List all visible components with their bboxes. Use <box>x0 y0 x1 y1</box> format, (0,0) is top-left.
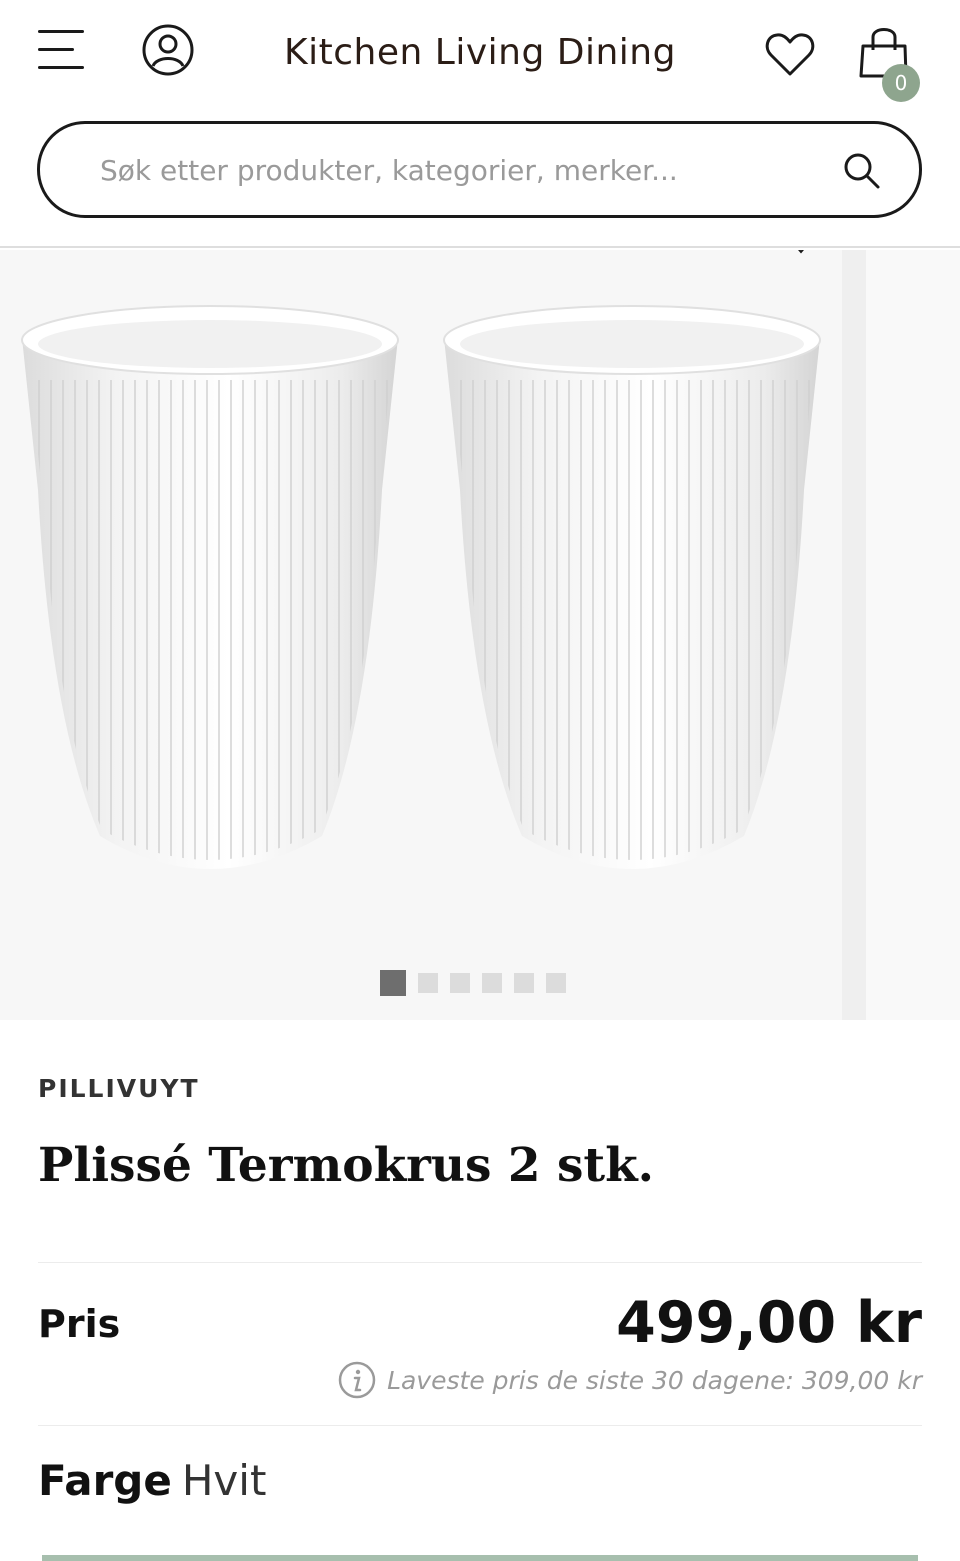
gallery-dot-4[interactable] <box>482 973 502 993</box>
product-price: 499,00 kr <box>616 1290 922 1356</box>
price-label: Pris <box>38 1302 121 1346</box>
gallery-dot-2[interactable] <box>418 973 438 993</box>
search-bar <box>37 121 922 218</box>
divider <box>38 1425 922 1426</box>
gallery-dot-3[interactable] <box>450 973 470 993</box>
lowest-price-note: Laveste pris de siste 30 dagene: 309,00 … <box>337 1360 922 1400</box>
search-icon[interactable] <box>841 150 881 190</box>
product-image <box>21 305 821 869</box>
product-image-gallery[interactable] <box>0 250 960 1020</box>
color-value: Hvit <box>181 1456 267 1505</box>
info-icon[interactable] <box>337 1360 377 1400</box>
divider <box>38 1262 922 1263</box>
gallery-dot-1[interactable] <box>380 970 406 996</box>
product-title: Plissé Termokrus 2 stk. <box>38 1138 655 1193</box>
color-label: Farge <box>38 1456 172 1505</box>
shopping-bag-icon[interactable]: 0 <box>856 22 922 102</box>
gallery-dot-5[interactable] <box>514 973 534 993</box>
chevron-down-icon <box>798 250 804 254</box>
product-brand[interactable]: PILLIVUYT <box>38 1074 200 1103</box>
gallery-dot-6[interactable] <box>546 973 566 993</box>
color-selector[interactable]: Farge Hvit <box>38 1456 266 1505</box>
search-input[interactable] <box>100 146 820 194</box>
next-image-peek[interactable] <box>842 250 866 1020</box>
site-logo[interactable]: Kitchen Living Dining <box>0 32 960 73</box>
gallery-pagination <box>380 970 566 996</box>
color-option-bar[interactable] <box>42 1555 918 1561</box>
cart-count-badge: 0 <box>882 64 920 102</box>
site-header: Kitchen Living Dining 0 <box>0 0 960 248</box>
heart-icon[interactable] <box>764 28 816 80</box>
lowest-price-text: Laveste pris de siste 30 dagene: 309,00 … <box>387 1365 922 1395</box>
gallery-edge <box>866 250 960 1020</box>
